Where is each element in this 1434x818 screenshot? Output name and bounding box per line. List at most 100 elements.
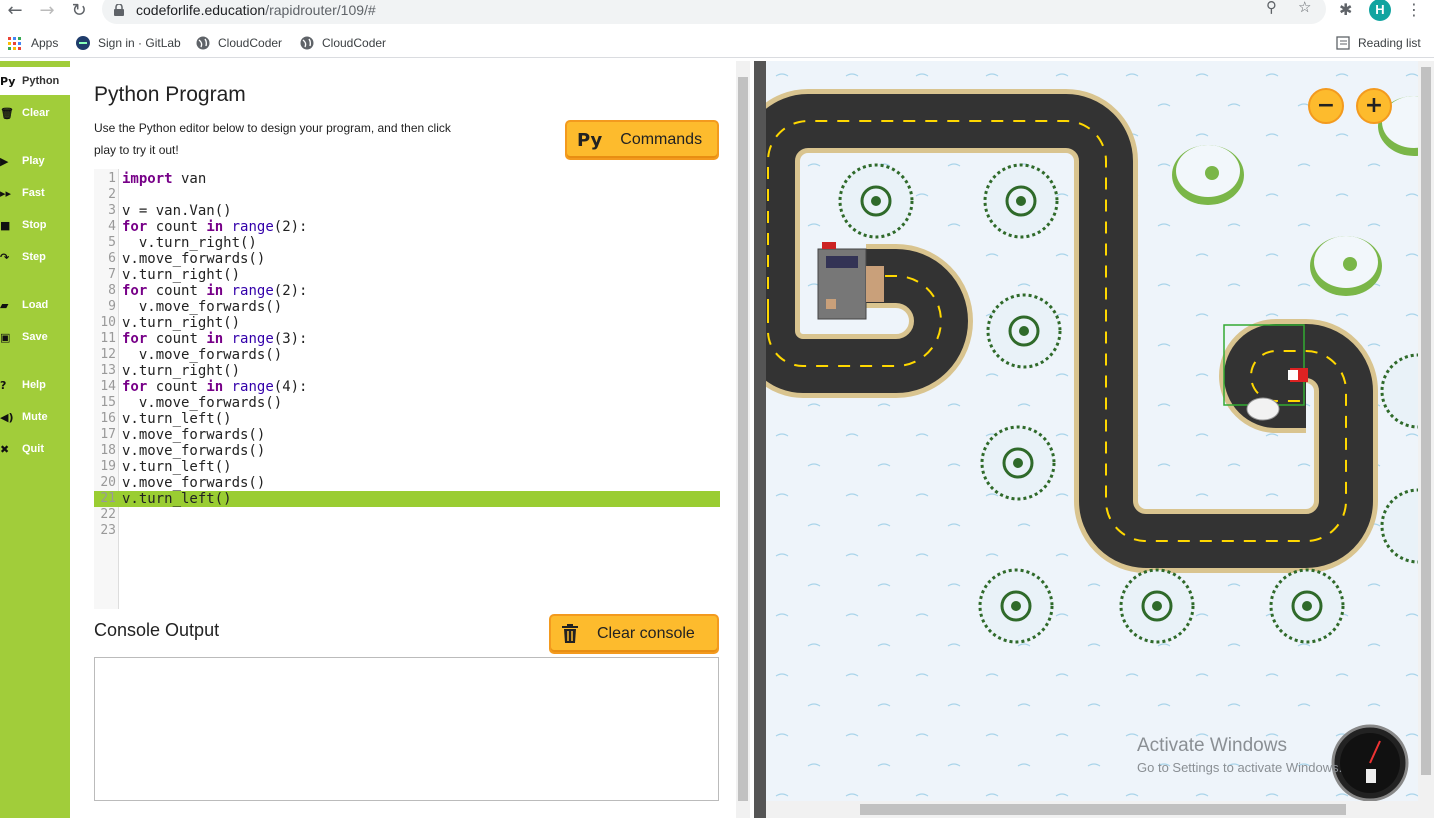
commands-button-label: Commands: [620, 131, 703, 148]
code-line[interactable]: 2: [94, 187, 720, 203]
line-number: 19: [100, 459, 116, 474]
code-line[interactable]: 3 v = van.Van(): [94, 203, 720, 219]
play-icon: ▶: [0, 154, 9, 168]
editor-scrollbar[interactable]: [736, 61, 750, 818]
code-text: v.turn_left(): [122, 459, 232, 475]
bookmark-label: Sign in · GitLab: [98, 36, 181, 50]
sidebar-item-step[interactable]: ↷ Step: [0, 243, 70, 271]
address-bar[interactable]: codeforlife.education/rapidrouter/109/# …: [102, 0, 1326, 24]
code-line[interactable]: 21 v.turn_left(): [94, 491, 720, 507]
code-line[interactable]: 18 v.move_forwards(): [94, 443, 720, 459]
code-line[interactable]: 16 v.turn_left(): [94, 411, 720, 427]
sidebar-item-mute[interactable]: ◀) Mute: [0, 403, 70, 431]
sidebar-item-quit[interactable]: ✖ Quit: [0, 435, 70, 463]
code-line[interactable]: 11 for count in range(3):: [94, 331, 720, 347]
line-number: 11: [100, 331, 116, 346]
activate-windows-subtitle: Go to Settings to activate Windows.: [1137, 760, 1343, 775]
sidebar-item-help[interactable]: ? Help: [0, 371, 70, 399]
code-line[interactable]: 7 v.turn_right(): [94, 267, 720, 283]
sidebar-item-label: Step: [22, 251, 46, 263]
code-text: import van: [122, 171, 207, 187]
sidebar-item-python[interactable]: Py Python: [0, 67, 70, 95]
bookmark-gitlab[interactable]: Sign in · GitLab: [76, 34, 181, 52]
sidebar: Py Python 🗑 Clear ▶ Play ▸▸ Fast ■ Stop ↷ Step…: [0, 61, 70, 818]
code-text: v = van.Van(): [122, 203, 232, 219]
zoom-in-button[interactable]: +: [1356, 88, 1392, 124]
line-number: 3: [108, 203, 116, 218]
map-horizontal-scrollbar[interactable]: [766, 801, 1434, 818]
reading-list[interactable]: Reading list: [1336, 34, 1421, 52]
menu-dots-icon[interactable]: ⋮: [1406, 0, 1422, 19]
url-host: codeforlife.education: [136, 2, 266, 18]
zoom-icon[interactable]: ⚲: [1266, 0, 1277, 16]
sidebar-item-stop[interactable]: ■ Stop: [0, 211, 70, 239]
avatar[interactable]: H: [1369, 0, 1391, 21]
panel-divider[interactable]: [750, 61, 766, 818]
code-text: v.turn_right(): [122, 267, 241, 283]
code-line[interactable]: 15 v.move_forwards(): [94, 395, 720, 411]
line-number: 1: [108, 171, 116, 186]
instructions-text: Use the Python editor below to design yo…: [94, 121, 451, 157]
star-icon[interactable]: ☆: [1298, 0, 1311, 16]
sidebar-item-save[interactable]: ▣ Save: [0, 323, 70, 351]
sidebar-item-label: Mute: [22, 411, 48, 423]
code-line[interactable]: 9 v.move_forwards(): [94, 299, 720, 315]
step-icon: ↷: [0, 250, 10, 264]
code-text: v.turn_left(): [122, 411, 232, 427]
code-line[interactable]: 10 v.turn_right(): [94, 315, 720, 331]
code-line[interactable]: 1 import van: [94, 171, 720, 187]
code-line[interactable]: 17 v.move_forwards(): [94, 427, 720, 443]
code-editor[interactable]: 1 import van 2 3 v = van.Van() 4 for count in …: [94, 169, 720, 609]
code-text: v.move_forwards(): [122, 299, 283, 315]
code-line[interactable]: 12 v.move_forwards(): [94, 347, 720, 363]
sidebar-item-play[interactable]: ▶ Play: [0, 147, 70, 175]
bookmark-apps[interactable]: Apps: [8, 34, 58, 52]
commands-button[interactable]: Py Commands: [565, 120, 719, 160]
code-line[interactable]: 14 for count in range(4):: [94, 379, 720, 395]
bookmark-label: CloudCoder: [322, 36, 387, 50]
sidebar-item-clear[interactable]: 🗑 Clear: [0, 99, 70, 127]
lock-icon: [114, 4, 124, 16]
code-line[interactable]: 22: [94, 507, 720, 523]
bookmark-cloudcoder-2[interactable]: CloudCoder: [300, 34, 386, 52]
code-text: v.turn_right(): [122, 363, 241, 379]
zoom-out-button[interactable]: −: [1308, 88, 1344, 124]
trash-icon: [562, 624, 578, 643]
reload-icon[interactable]: ↻: [68, 0, 90, 22]
line-number: 7: [108, 267, 116, 282]
bookmark-cloudcoder-1[interactable]: CloudCoder: [196, 34, 282, 52]
sidebar-item-load[interactable]: ▰ Load: [0, 291, 70, 319]
code-line[interactable]: 6 v.move_forwards(): [94, 251, 720, 267]
code-line[interactable]: 5 v.turn_right(): [94, 235, 720, 251]
stop-icon: ■: [0, 218, 11, 232]
code-text: v.turn_left(): [122, 491, 232, 507]
globe-icon: [196, 36, 210, 50]
map-vertical-scrollbar[interactable]: [1418, 61, 1434, 801]
clear-console-button[interactable]: Clear console: [549, 614, 719, 654]
back-arrow-icon[interactable]: ←: [4, 0, 26, 22]
sidebar-item-fast[interactable]: ▸▸ Fast: [0, 179, 70, 207]
game-map[interactable]: − + Activate Windows Go to Settings to a…: [766, 61, 1418, 801]
speedometer-icon: [1331, 724, 1409, 801]
globe-icon: [300, 36, 314, 50]
extensions-icon[interactable]: ✱: [1339, 0, 1352, 19]
code-text: v.move_forwards(): [122, 475, 266, 491]
code-line[interactable]: 19 v.turn_left(): [94, 459, 720, 475]
forward-arrow-icon[interactable]: →: [36, 0, 58, 22]
scrollbar-thumb[interactable]: [860, 804, 1346, 815]
console-title: Console Output: [94, 620, 220, 640]
code-text: v.turn_right(): [122, 315, 241, 331]
sidebar-item-label: Python: [22, 75, 60, 87]
code-line[interactable]: 4 for count in range(2):: [94, 219, 720, 235]
code-line[interactable]: 13 v.turn_right(): [94, 363, 720, 379]
scrollbar-thumb[interactable]: [1421, 67, 1431, 775]
scrollbar-thumb[interactable]: [738, 77, 748, 801]
code-line[interactable]: 20 v.move_forwards(): [94, 475, 720, 491]
line-number: 2: [108, 187, 116, 202]
code-line[interactable]: 23: [94, 523, 720, 539]
python-icon: Py: [577, 129, 603, 151]
console-output[interactable]: [94, 657, 719, 801]
fast-forward-icon: ▸▸: [0, 186, 12, 200]
code-line[interactable]: 8 for count in range(2):: [94, 283, 720, 299]
browser-toolbar: ← → ↻ codeforlife.education/rapidrouter/…: [0, 0, 1434, 24]
